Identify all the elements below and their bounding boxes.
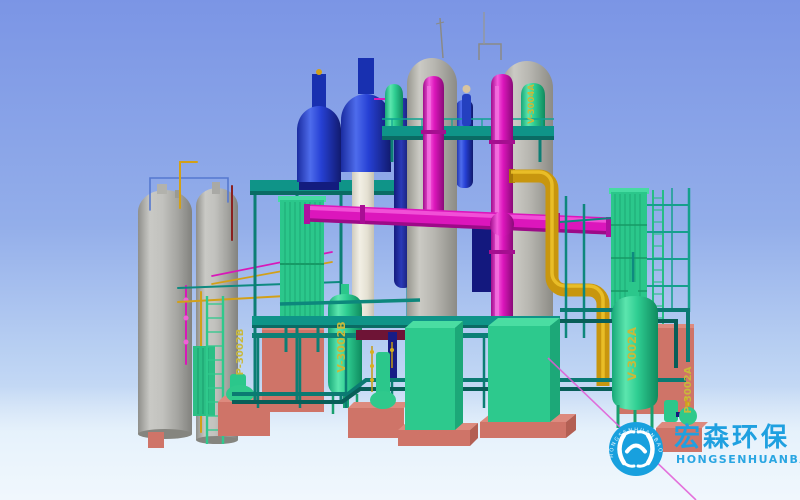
logo-chinese-text: 宏森环保 — [674, 422, 790, 453]
plant-3d-render: V-3002B V-3002A V-3004A P-3002B P-3002A … — [0, 0, 800, 500]
magenta-riser-left — [421, 76, 446, 212]
label-v3004a: V-3004A — [527, 84, 537, 124]
label-p3002a: P-3002A — [683, 366, 694, 413]
magenta-riser-right — [489, 74, 515, 336]
label-p3002b: P-3002B — [235, 329, 246, 376]
worker-figure — [462, 85, 471, 126]
label-v3002b: V-3002B — [335, 321, 348, 372]
logo-latin-text: HONGSENHUANBAO — [676, 453, 800, 466]
storage-tank-left — [138, 184, 192, 439]
white-column — [350, 158, 376, 318]
left-foundation-wall — [262, 326, 324, 412]
plant-scene-svg: V-3002B V-3002A V-3004A P-3002B P-3002A … — [0, 0, 800, 500]
left-plate-stack — [193, 346, 215, 416]
green-cylinder-left — [385, 84, 403, 128]
label-v3002a: V-3002A — [625, 327, 639, 381]
small-foundation-block — [148, 432, 164, 448]
